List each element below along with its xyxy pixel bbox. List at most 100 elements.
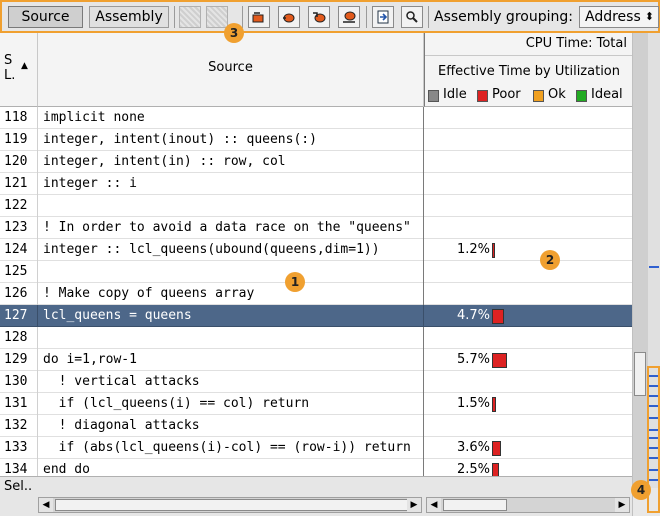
table-row[interactable]: 123! In order to avoid a data race on th… xyxy=(0,217,632,239)
disabled-tool-icon[interactable] xyxy=(206,6,228,28)
table-row[interactable]: 132 ! diagonal attacks xyxy=(0,415,632,437)
source-code: integer, intent(inout) :: queens(:) xyxy=(38,129,424,151)
scrollbar-thumb[interactable] xyxy=(634,352,646,396)
open-source-icon[interactable] xyxy=(372,6,394,28)
tab-source[interactable]: Source xyxy=(8,6,83,28)
source-code: integer :: i xyxy=(38,173,424,195)
toolbar-divider xyxy=(242,6,243,28)
cpu-time-value: 4.7% xyxy=(456,308,490,323)
legend-ok-label: Ok xyxy=(548,87,566,102)
table-row[interactable]: 120 integer, intent(in) :: row, col xyxy=(0,151,632,173)
prev-hotspot-icon[interactable] xyxy=(248,6,270,28)
source-line-header-label: S L. xyxy=(4,53,16,83)
table-row[interactable]: 131 if (lcl_queens(i) == col) return 1.5% xyxy=(0,393,632,415)
legend-ideal-label: Ideal xyxy=(591,87,623,102)
cpu-time-value: 1.5% xyxy=(456,396,490,411)
assembly-grouping-value: Address xyxy=(585,9,641,25)
line-number: 133 xyxy=(0,437,38,459)
line-number: 122 xyxy=(0,195,38,217)
table-row[interactable]: 125 xyxy=(0,261,632,283)
line-number: 129 xyxy=(0,349,38,371)
source-code: ! Make copy of queens array xyxy=(38,283,424,305)
line-number: 127 xyxy=(0,305,38,327)
scrollbar-thumb[interactable] xyxy=(55,499,415,511)
line-number: 131 xyxy=(0,393,38,415)
scroll-right-arrow-icon[interactable]: ▶ xyxy=(615,498,629,512)
cpu-time-value: 5.7% xyxy=(456,352,490,367)
source-code xyxy=(38,195,424,217)
table-row[interactable]: 127 lcl_queens = queens 4.7% xyxy=(0,305,632,327)
scroll-left-arrow-icon[interactable]: ◀ xyxy=(427,498,441,512)
effective-time-header-label: Effective Time by Utilization xyxy=(437,64,620,79)
scroll-right-arrow-icon[interactable]: ▶ xyxy=(407,498,421,512)
source-code: ! diagonal attacks xyxy=(38,415,424,437)
metrics-horizontal-scrollbar[interactable]: ◀ ▶ xyxy=(426,497,630,513)
cpu-time-bar xyxy=(492,243,495,258)
line-number: 134 xyxy=(0,459,38,476)
bottom-bar: Sel.. ◀ ▶ ◀ ▶ xyxy=(0,476,632,516)
cpu-time-value: 1.2% xyxy=(456,242,490,257)
line-number: 130 xyxy=(0,371,38,393)
source-code xyxy=(38,327,424,349)
cpu-time-bar xyxy=(492,353,507,368)
callout-3: 3 xyxy=(224,23,244,43)
source-code: integer :: lcl_queens(ubound(queens,dim=… xyxy=(38,239,424,261)
table-row[interactable]: 126! Make copy of queens array xyxy=(0,283,632,305)
search-icon[interactable] xyxy=(401,6,423,28)
next-diff-icon[interactable] xyxy=(338,6,360,28)
legend-idle-label: Idle xyxy=(443,87,467,102)
cpu-time-bar xyxy=(492,397,496,412)
legend-idle-swatch xyxy=(428,90,439,102)
source-code: do i=1,row-1 xyxy=(38,349,424,371)
line-number: 120 xyxy=(0,151,38,173)
selection-label: Sel.. xyxy=(4,479,33,494)
line-number: 124 xyxy=(0,239,38,261)
table-row[interactable]: 129 do i=1,row-1 5.7% xyxy=(0,349,632,371)
source-horizontal-scrollbar[interactable]: ◀ ▶ xyxy=(38,497,422,513)
source-table-body: 118 implicit none 119 integer, intent(inout… xyxy=(0,107,632,476)
table-row[interactable]: 119 integer, intent(inout) :: queens(:) xyxy=(0,129,632,151)
table-row[interactable]: 121 integer :: i xyxy=(0,173,632,195)
callout-2: 2 xyxy=(540,250,560,270)
cpu-time-value: 2.5% xyxy=(456,462,490,476)
scrollbar-thumb[interactable] xyxy=(443,499,507,511)
line-number: 118 xyxy=(0,107,38,129)
source-code: lcl_queens = queens xyxy=(38,305,424,327)
prev-diff-icon[interactable] xyxy=(308,6,330,28)
disabled-tool-icon[interactable] xyxy=(179,6,201,28)
callout-4: 4 xyxy=(631,480,651,500)
source-column-header[interactable]: Source xyxy=(38,33,424,107)
source-header-label: Source xyxy=(208,60,253,75)
cpu-time-column-header[interactable]: CPU Time: Total Effective Time by Utiliz… xyxy=(424,33,633,107)
scroll-left-arrow-icon[interactable]: ◀ xyxy=(39,498,53,512)
cpu-time-bar xyxy=(492,309,504,324)
table-row[interactable]: 118 implicit none xyxy=(0,107,632,129)
line-number: 132 xyxy=(0,415,38,437)
line-number: 119 xyxy=(0,129,38,151)
cpu-time-bar xyxy=(492,463,499,476)
toolbar-divider xyxy=(366,6,367,28)
assembly-grouping-label: Assembly grouping: xyxy=(434,9,573,25)
line-number: 121 xyxy=(0,173,38,195)
source-code: ! In order to avoid a data race on the "… xyxy=(38,217,424,239)
legend-poor-label: Poor xyxy=(492,87,521,102)
table-row[interactable]: 128 xyxy=(0,327,632,349)
tab-assembly[interactable]: Assembly xyxy=(89,6,169,28)
source-code: end do xyxy=(38,459,424,476)
legend-ok-swatch xyxy=(533,90,544,102)
table-row[interactable]: 133 if (abs(lcl_queens(i)-col) == (row-i… xyxy=(0,437,632,459)
source-line-column-header[interactable]: S L. ▲ xyxy=(0,33,38,107)
table-row[interactable]: 124 integer :: lcl_queens(ubound(queens,d… xyxy=(0,239,632,261)
table-row[interactable]: 134 end do 2.5% xyxy=(0,459,632,476)
legend-ideal-swatch xyxy=(576,90,587,102)
cpu-time-header-label: CPU Time: Total xyxy=(525,36,627,51)
assembly-grouping-select[interactable]: Address ⬍ xyxy=(579,6,659,28)
line-number: 128 xyxy=(0,327,38,349)
hotspot-marker[interactable] xyxy=(649,266,659,268)
next-hotspot-icon[interactable] xyxy=(278,6,300,28)
table-row[interactable]: 130 ! vertical attacks xyxy=(0,371,632,393)
select-arrows-icon: ⬍ xyxy=(644,10,654,23)
source-code: ! vertical attacks xyxy=(38,371,424,393)
table-row[interactable]: 122 xyxy=(0,195,632,217)
line-number: 123 xyxy=(0,217,38,239)
